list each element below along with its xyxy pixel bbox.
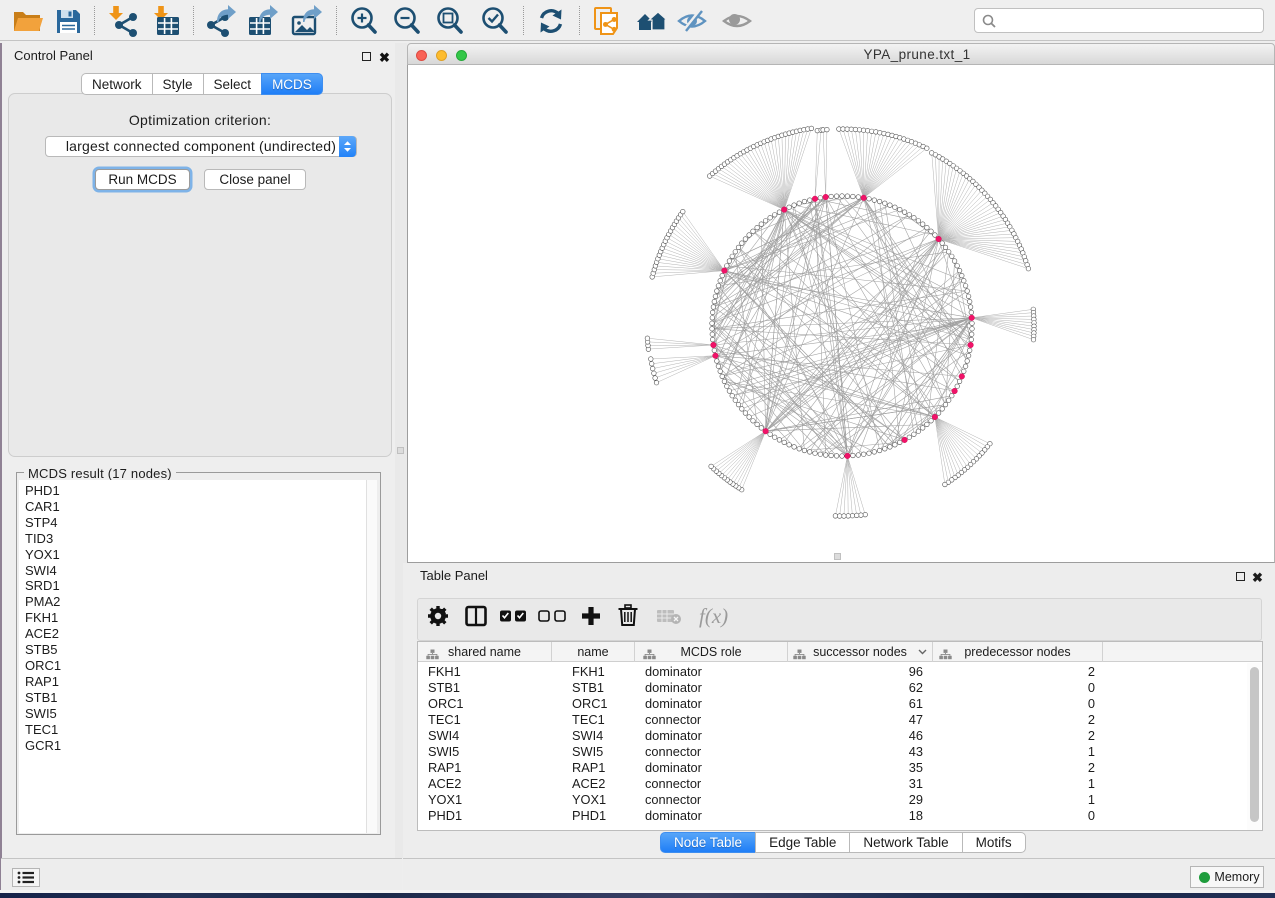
svg-text:f(x): f(x)	[699, 604, 728, 628]
